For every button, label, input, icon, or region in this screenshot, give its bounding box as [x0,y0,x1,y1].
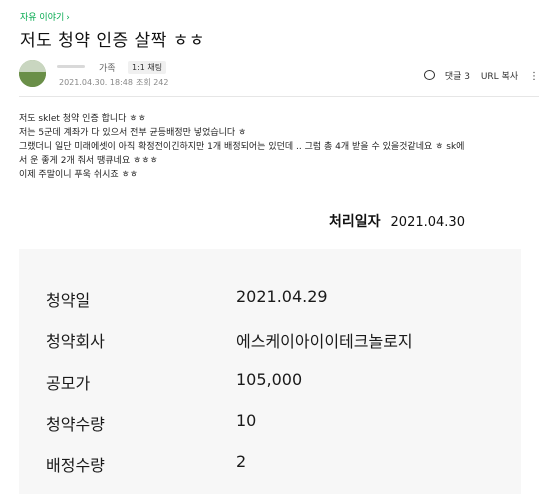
info-key: 공모가 [46,374,91,393]
chat-button-label: 1:1 채팅 [132,63,163,72]
info-value: 10 [236,411,257,430]
page: 자유 이야기 › 저도 청약 인증 살짝 ㅎㅎ 가족 1:1 채팅 2021.04… [0,0,559,494]
info-row-subscription-date: 청약일 2021.04.29 [19,287,521,317]
info-key: 청약수량 [46,415,105,434]
info-value: 에스케이아이이테크놀로지 [236,332,413,351]
body-line: 저는 5군데 계좌가 다 있으서 전부 균등배정만 넣었습니다 ㅎ [19,128,247,138]
url-copy-button[interactable]: URL 복사 [481,72,518,82]
info-row-company: 청약회사 에스케이아이이테크놀로지 [19,328,521,358]
comments-label: 댓글 3 [444,72,470,82]
body-line: 서 운 좋게 2개 줘서 땡큐네요 ㅎㅎㅎ [19,156,158,166]
post-body: 저도 sklet 청약 인증 합니다 ㅎㅎ 저는 5군데 계좌가 다 있으서 전… [19,112,539,182]
post-actions: 댓글 3 URL 복사 ⋮ [416,69,539,82]
post-views: 조회 242 [135,78,169,87]
body-line: 이제 주말이니 푸욱 쉬시죠 ㅎㅎ [19,170,139,180]
subscription-info-panel: 청약일 2021.04.29 청약회사 에스케이아이이테크놀로지 공모가 105… [19,249,521,494]
info-value: 2 [236,452,247,471]
avatar-field [19,72,46,87]
body-line: 저도 sklet 청약 인증 합니다 ㅎㅎ [19,114,146,124]
info-value: 2021.04.29 [236,287,328,306]
more-options-icon[interactable]: ⋮ [529,71,539,82]
avatar-sky [19,60,46,72]
comment-bubble-icon [423,70,435,80]
info-key: 배정수량 [46,456,105,475]
processed-date: 처리일자 2021.04.30 [329,211,465,231]
comments-button[interactable]: 댓글 3 [423,70,470,82]
board-link[interactable]: 자유 이야기 › [20,10,70,23]
processed-date-label: 처리일자 [329,214,381,230]
author-nickname-blurred[interactable] [57,65,85,68]
chat-button[interactable]: 1:1 채팅 [128,61,167,74]
page-edge [548,0,559,494]
info-row-allocated-qty: 배정수량 2 [19,452,521,482]
info-value: 105,000 [236,370,303,389]
info-key: 청약일 [46,291,91,310]
chevron-right-icon: › [66,13,70,23]
avatar[interactable] [19,60,46,87]
board-link-label: 자유 이야기 [20,13,65,23]
post-datetime: 2021.04.30. 18:48 [59,78,133,87]
info-row-offer-price: 공모가 105,000 [19,370,521,400]
processed-date-value: 2021.04.30 [390,215,465,230]
divider [19,96,539,97]
info-key: 청약회사 [46,332,105,351]
author-role: 가족 [99,64,116,74]
author-row: 가족 1:1 채팅 2021.04.30. 18:48 조회 242 댓글 3 U… [19,60,539,92]
info-row-subscribed-qty: 청약수량 10 [19,411,521,441]
body-line: 그랬더니 일단 미래에셋이 아직 확정전이긴하지만 1개 배정되어는 있던데 .… [19,142,465,152]
post-title: 저도 청약 인증 살짝 ㅎㅎ [20,31,206,51]
post-meta: 2021.04.30. 18:48 조회 242 [59,77,169,88]
